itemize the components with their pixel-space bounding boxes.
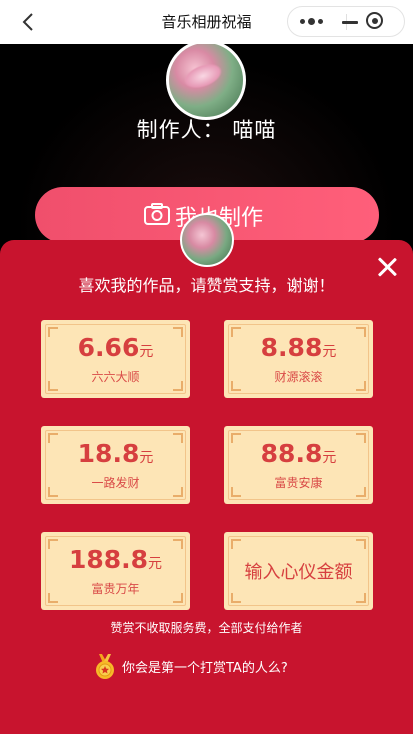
reward-desc: 富贵安康 bbox=[274, 476, 323, 490]
reward-option-6-66[interactable]: 6.66元 六六大顺 bbox=[41, 320, 190, 398]
camera-icon bbox=[144, 203, 170, 225]
reward-desc: 财源滚滚 bbox=[274, 370, 323, 384]
reward-amount: 6.66 bbox=[77, 333, 140, 362]
maker-avatar bbox=[166, 40, 246, 120]
reward-option-188-8[interactable]: 188.8元 富贵万年 bbox=[41, 532, 190, 610]
custom-amount-label: 输入心仪金额 bbox=[244, 562, 353, 583]
reward-unit: 元 bbox=[322, 344, 337, 360]
reward-amount: 188.8 bbox=[68, 545, 149, 574]
target-icon bbox=[366, 12, 383, 29]
reward-unit: 元 bbox=[148, 556, 163, 572]
reward-title: 喜欢我的作品，请赞赏支持，谢谢！ bbox=[78, 276, 335, 295]
reward-unit: 元 bbox=[139, 344, 154, 360]
nav-bar: 音乐相册祝福 bbox=[0, 0, 413, 44]
maker-label: 制作人： bbox=[136, 118, 225, 142]
reward-option-88-8[interactable]: 88.8元 富贵安康 bbox=[224, 426, 373, 504]
reward-unit: 元 bbox=[139, 450, 154, 466]
first-tipper-prompt: 你会是第一个打赏TA的人么? bbox=[122, 661, 288, 676]
custom-amount-button[interactable]: 输入心仪金额 bbox=[224, 532, 373, 610]
reward-option-18-8[interactable]: 18.8元 一路发财 bbox=[41, 426, 190, 504]
chevron-left-icon bbox=[22, 13, 33, 31]
more-dots-icon bbox=[300, 18, 330, 25]
maker-line: 制作人： 喵喵 bbox=[0, 114, 413, 144]
author-avatar bbox=[180, 213, 234, 267]
reward-desc: 富贵万年 bbox=[91, 582, 140, 596]
reward-sheet: 喜欢我的作品，请赞赏支持，谢谢！ 6.66元 六六大顺 8.88元 财源滚滚 1… bbox=[0, 240, 413, 734]
mini-program-capsule bbox=[287, 6, 405, 37]
back-button[interactable] bbox=[14, 8, 42, 36]
medal-icon bbox=[96, 654, 114, 679]
more-button[interactable] bbox=[288, 7, 346, 36]
reward-amount: 88.8 bbox=[260, 439, 323, 468]
reward-option-8-88[interactable]: 8.88元 财源滚滚 bbox=[224, 320, 373, 398]
reward-unit: 元 bbox=[322, 450, 337, 466]
reward-desc: 一路发财 bbox=[91, 476, 140, 490]
reward-desc: 六六大顺 bbox=[91, 370, 140, 384]
reward-amount: 18.8 bbox=[77, 439, 140, 468]
close-app-button[interactable] bbox=[346, 7, 404, 36]
maker-name: 喵喵 bbox=[232, 118, 277, 142]
reward-amount: 8.88 bbox=[260, 333, 323, 362]
fee-note: 赞赏不收取服务费，全部支付给作者 bbox=[110, 621, 303, 635]
